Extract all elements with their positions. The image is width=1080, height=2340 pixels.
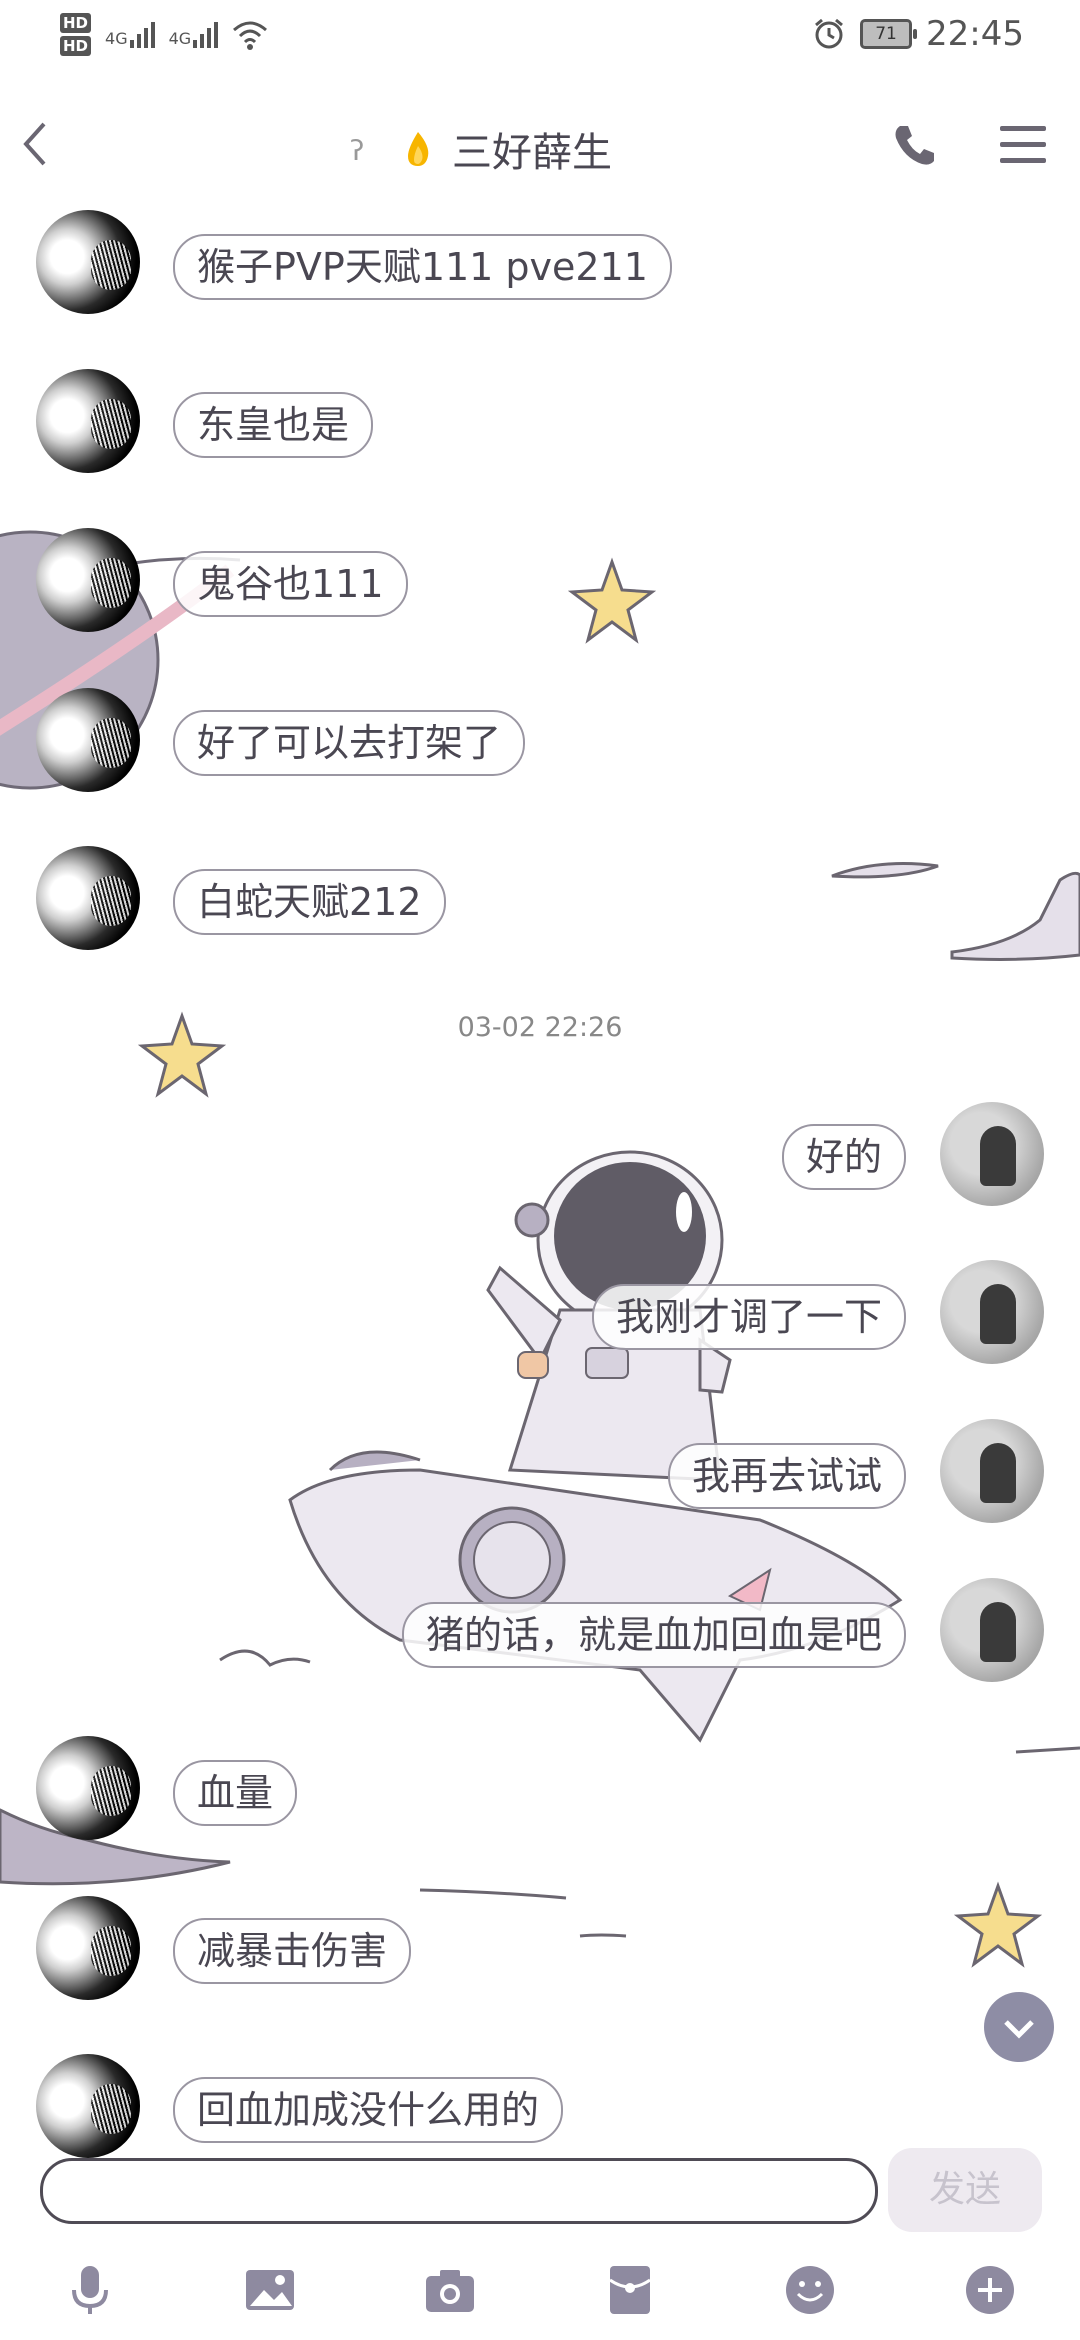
contact-avatar[interactable] [36, 688, 140, 792]
send-button[interactable]: 发送 [888, 2148, 1042, 2232]
status-left: HD HD 4G 4G [60, 10, 268, 59]
phone-icon[interactable] [890, 120, 940, 170]
wifi-icon [233, 21, 268, 50]
signal-bars-2-icon [193, 21, 219, 48]
my-avatar[interactable] [940, 1419, 1044, 1523]
alarm-icon [815, 18, 843, 49]
hd-badge-1: HD [60, 13, 92, 33]
contact-avatar[interactable] [36, 1896, 140, 2000]
my-avatar[interactable] [940, 1260, 1044, 1364]
chat-title[interactable]: 三好薛生 [452, 120, 612, 178]
clock: 22:45 [926, 14, 1024, 54]
plus-icon[interactable] [962, 2262, 1018, 2318]
status-bar: HD HD 4G 4G 71 22:45 [0, 0, 1080, 84]
net-type-2: 4G [168, 28, 192, 48]
my-avatar[interactable] [940, 1578, 1044, 1682]
message-bubble-incoming[interactable]: 减暴击伤害 [173, 1918, 412, 1984]
status-right: 71 22:45 [812, 14, 1024, 54]
flame-icon [408, 132, 429, 166]
battery-icon: 71 [860, 19, 918, 49]
chat-header: ʔ 三好薛生 [0, 84, 1080, 214]
message-bubble-outgoing[interactable]: 好的 [781, 1124, 906, 1190]
message-bubble-incoming[interactable]: 鬼谷也111 [173, 551, 408, 617]
message-bubble-incoming[interactable]: 东皇也是 [173, 392, 374, 458]
emoji-icon[interactable] [782, 2262, 838, 2318]
message-bubble-outgoing[interactable]: 猪的话，就是血加回血是吧 [401, 1602, 906, 1668]
contact-avatar[interactable] [36, 528, 140, 632]
contact-avatar[interactable] [36, 1736, 140, 1840]
contact-avatar[interactable] [36, 210, 140, 314]
contact-avatar[interactable] [36, 846, 140, 950]
ear-icon: ʔ [350, 134, 365, 167]
signal-1: 4G [105, 21, 155, 48]
back-icon[interactable] [14, 114, 54, 174]
hd-badge-2: HD [60, 36, 92, 56]
net-type-1: 4G [105, 28, 128, 48]
message-input[interactable] [40, 2158, 878, 2224]
message-bubble-incoming[interactable]: 好了可以去打架了 [173, 710, 526, 776]
mic-icon[interactable] [62, 2262, 118, 2318]
signal-bars-1-icon [129, 21, 155, 48]
message-bubble-outgoing[interactable]: 我再去试试 [667, 1443, 906, 1509]
message-bubble-incoming[interactable]: 回血加成没什么用的 [173, 2077, 564, 2143]
input-toolbar [0, 2250, 1080, 2340]
menu-icon[interactable] [1000, 124, 1046, 164]
hd-badges: HD HD [60, 10, 92, 59]
chevron-down-icon [1004, 2020, 1034, 2039]
my-avatar[interactable] [940, 1102, 1044, 1206]
contact-avatar[interactable] [36, 2054, 140, 2158]
contact-avatar[interactable] [36, 369, 140, 473]
message-bubble-outgoing[interactable]: 我刚才调了一下 [591, 1284, 906, 1350]
message-bubble-incoming[interactable]: 白蛇天赋212 [173, 869, 446, 935]
scroll-to-bottom-button[interactable] [984, 1992, 1054, 2062]
signal-2: 4G [168, 21, 219, 48]
image-icon[interactable] [242, 2262, 298, 2318]
message-bubble-incoming[interactable]: 猴子PVP天赋111 pve211 [173, 234, 672, 300]
camera-icon[interactable] [422, 2262, 478, 2318]
message-bubble-incoming[interactable]: 血量 [173, 1760, 298, 1826]
background-illustration [0, 530, 1080, 1968]
red-packet-icon[interactable] [602, 2262, 658, 2318]
message-timestamp: 03-02 22:26 [457, 1012, 623, 1043]
